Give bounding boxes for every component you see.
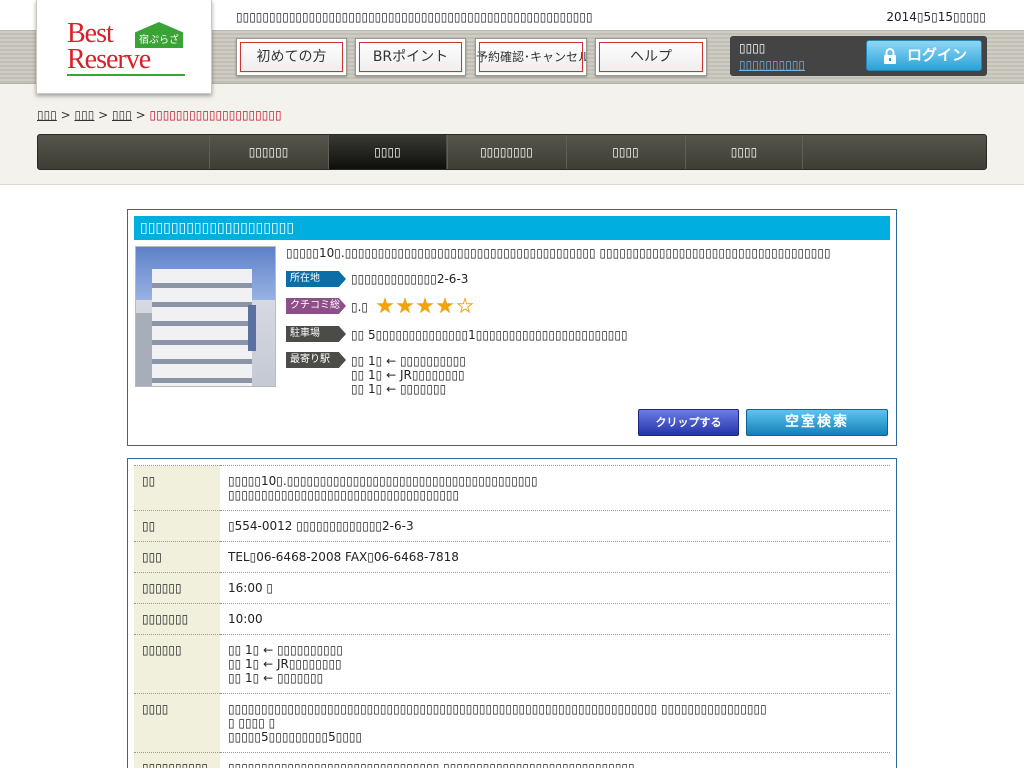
details-value: 10:00 <box>220 603 890 635</box>
logo-reserve: Reserve <box>67 44 151 75</box>
address-value: ▯▯▯▯▯▯▯▯▯▯▯▯▯2-6-3 <box>351 272 469 286</box>
details-key: ▯▯▯▯▯▯▯ <box>134 603 220 635</box>
tab-4[interactable]: ▯▯▯▯ <box>566 135 684 169</box>
photo-sign <box>248 305 256 351</box>
nav-first-time-button[interactable]: 初めての方 <box>236 38 347 76</box>
details-row: ▯▯ ▯554-0012 ▯▯▯▯▯▯▯▯▯▯▯▯▯2-6-3 <box>134 510 890 542</box>
hotel-photo[interactable] <box>135 246 276 387</box>
station-item: ▯▯ 1▯ ← JR▯▯▯▯▯▯▯▯ <box>351 368 465 382</box>
hotel-name[interactable]: ▯▯▯▯▯▯▯▯▯▯▯▯▯▯▯▯▯▯▯▯ <box>134 216 890 240</box>
hotel-details-table: ▯▯ ▯▯▯▯▯10▯.▯▯▯▯▯▯▯▯▯▯▯▯▯▯▯▯▯▯▯▯▯▯▯▯▯▯▯▯▯… <box>134 465 890 768</box>
hotel-description: ▯▯▯▯▯10▯.▯▯▯▯▯▯▯▯▯▯▯▯▯▯▯▯▯▯▯▯▯▯▯▯▯▯▯▯▯▯▯… <box>286 246 831 260</box>
details-row: ▯▯▯▯▯▯ 16:00 ▯ <box>134 572 890 604</box>
details-value: ▯▯ 1▯ ← ▯▯▯▯▯▯▯▯▯▯ ▯▯ 1▯ ← JR▯▯▯▯▯▯▯▯ ▯▯ 1… <box>220 634 890 694</box>
details-key: ▯▯▯ <box>134 541 220 573</box>
hotel-details-box: ▯▯ ▯▯▯▯▯10▯.▯▯▯▯▯▯▯▯▯▯▯▯▯▯▯▯▯▯▯▯▯▯▯▯▯▯▯▯▯… <box>127 458 897 768</box>
rating-value: ▯.▯ <box>351 300 369 314</box>
breadcrumb-current: ▯▯▯▯▯▯▯▯▯▯▯▯▯▯▯▯▯▯▯▯ <box>149 108 282 122</box>
hotel-summary-box: ▯▯▯▯▯▯▯▯▯▯▯▯▯▯▯▯▯▯▯▯ ▯▯▯▯▯10▯.▯▯▯▯▯▯▯▯▯▯… <box>127 209 897 446</box>
details-key: ▯▯▯▯ <box>134 693 220 753</box>
login-button[interactable]: ログイン <box>866 40 982 71</box>
details-value-line: ▯▯ 1▯ ← ▯▯▯▯▯▯▯ <box>228 671 324 685</box>
breadcrumb-link-2[interactable]: ▯▯▯ <box>75 108 95 122</box>
star-filled-icon <box>396 297 414 314</box>
station-item: ▯▯ 1▯ ← ▯▯▯▯▯▯▯ <box>351 382 447 396</box>
details-value: TEL▯06-6468-2008 FAX▯06-6468-7818 <box>220 541 890 573</box>
star-filled-icon <box>376 297 394 314</box>
breadcrumb-area: ▯▯▯ > ▯▯▯ > ▯▯▯ > ▯▯▯▯▯▯▯▯▯▯▯▯▯▯▯▯▯▯▯▯ ▯… <box>0 84 1024 185</box>
lock-icon <box>884 48 896 64</box>
details-value-line: ▯554-0012 ▯▯▯▯▯▯▯▯▯▯▯▯▯2-6-3 <box>228 519 414 533</box>
details-row: ▯▯▯▯▯▯▯▯▯▯▯▯▯▯▯▯▯▯▯▯▯▯▯▯▯▯▯▯▯▯▯▯▯▯▯▯▯▯▯▯… <box>134 693 890 753</box>
details-value-line: TEL▯06-6468-2008 FAX▯06-6468-7818 <box>228 550 459 564</box>
breadcrumb: ▯▯▯ > ▯▯▯ > ▯▯▯ > ▯▯▯▯▯▯▯▯▯▯▯▯▯▯▯▯▯▯▯▯ <box>37 108 282 122</box>
tab-1[interactable]: ▯▯▯▯▯▯ <box>209 135 327 169</box>
current-date: 2014▯5▯15▯▯▯▯▯ <box>886 10 986 24</box>
details-row: ▯▯▯ TEL▯06-6468-2008 FAX▯06-6468-7818 <box>134 541 890 573</box>
details-value-line: ▯▯▯▯▯10▯.▯▯▯▯▯▯▯▯▯▯▯▯▯▯▯▯▯▯▯▯▯▯▯▯▯▯▯▯▯▯▯… <box>228 474 538 488</box>
details-row: ▯▯ ▯▯▯▯▯10▯.▯▯▯▯▯▯▯▯▯▯▯▯▯▯▯▯▯▯▯▯▯▯▯▯▯▯▯▯▯… <box>134 465 890 511</box>
details-key: ▯▯▯▯▯▯ <box>134 572 220 604</box>
register-link[interactable]: ▯▯▯▯▯▯▯▯▯▯ <box>739 58 805 72</box>
details-value: ▯▯▯▯▯▯▯▯▯▯▯▯▯▯▯▯▯▯▯▯▯▯▯▯▯▯▯▯▯▯▯▯ ▯▯▯▯▯▯▯… <box>220 752 890 768</box>
details-value-line: ▯▯▯▯▯▯▯▯▯▯▯▯▯▯▯▯▯▯▯▯▯▯▯▯▯▯▯▯▯▯▯▯▯▯▯▯▯▯▯▯… <box>228 702 767 716</box>
star-empty-icon <box>456 297 474 314</box>
nav-reservation-button[interactable]: 予約確認･キャンセル <box>475 38 587 76</box>
details-value: ▯554-0012 ▯▯▯▯▯▯▯▯▯▯▯▯▯2-6-3 <box>220 510 890 542</box>
station-item: ▯▯ 1▯ ← ▯▯▯▯▯▯▯▯▯▯ <box>351 354 466 368</box>
tab-3[interactable]: ▯▯▯▯▯▯▯▯ <box>447 135 565 169</box>
details-value-line: 16:00 ▯ <box>228 581 273 595</box>
details-value: 16:00 ▯ <box>220 572 890 604</box>
site-tagline: ▯▯▯▯▯▯▯▯▯▯▯▯▯▯▯▯▯▯▯▯▯▯▯▯▯▯▯▯▯▯▯▯▯▯▯▯▯▯▯▯… <box>236 10 593 24</box>
station-label: 最寄り駅 <box>286 352 346 368</box>
login-panel: ▯▯▯▯ ▯▯▯▯▯▯▯▯▯▯ ログイン <box>730 36 987 76</box>
hotel-tab-bar: ▯▯▯▯▯▯ ▯▯▯▯ ▯▯▯▯▯▯▯▯ ▯▯▯▯ ▯▯▯▯ <box>37 134 987 170</box>
star-filled-icon <box>436 297 454 314</box>
star-filled-icon <box>416 297 434 314</box>
details-value-line: 10:00 <box>228 612 263 626</box>
details-value-line: ▯▯ 1▯ ← JR▯▯▯▯▯▯▯▯ <box>228 657 342 671</box>
tab-2-active[interactable]: ▯▯▯▯ <box>328 135 446 169</box>
login-greeting: ▯▯▯▯ <box>739 41 766 55</box>
details-value: ▯▯▯▯▯10▯.▯▯▯▯▯▯▯▯▯▯▯▯▯▯▯▯▯▯▯▯▯▯▯▯▯▯▯▯▯▯▯… <box>220 465 890 511</box>
address-label: 所在地 <box>286 271 346 287</box>
rating-stars <box>376 297 476 315</box>
details-value-line: ▯▯▯▯▯5▯▯▯▯▯▯▯▯▯5▯▯▯▯ <box>228 730 363 744</box>
nav-br-points-button[interactable]: BRポイント <box>355 38 466 76</box>
vacancy-search-button[interactable]: 空室検索 <box>746 409 888 436</box>
parking-label: 駐車場 <box>286 326 346 342</box>
login-button-label: ログイン <box>907 46 968 64</box>
site-logo[interactable]: 宿ぷらざ Best Reserve <box>36 0 212 94</box>
details-key: ▯▯ <box>134 465 220 511</box>
details-key: ▯▯ <box>134 510 220 542</box>
details-key: ▯▯▯▯▯▯▯▯▯▯ <box>134 752 220 768</box>
details-key: ▯▯▯▯▯▯ <box>134 634 220 694</box>
station-list: ▯▯ 1▯ ← ▯▯▯▯▯▯▯▯▯▯ ▯▯ 1▯ ← JR▯▯▯▯▯▯▯▯ ▯▯… <box>351 354 466 396</box>
parking-value: ▯▯ 5▯▯▯▯▯▯▯▯▯▯▯▯▯▯1▯▯▯▯▯▯▯▯▯▯▯▯▯▯▯▯▯▯▯▯▯… <box>351 328 628 342</box>
breadcrumb-link-3[interactable]: ▯▯▯ <box>112 108 132 122</box>
details-row: ▯▯▯▯▯▯▯ 10:00 <box>134 603 890 635</box>
details-row: ▯▯▯▯▯▯ ▯▯ 1▯ ← ▯▯▯▯▯▯▯▯▯▯ ▯▯ 1▯ ← JR▯▯▯▯▯▯… <box>134 634 890 694</box>
clip-button[interactable]: クリップする <box>638 409 739 436</box>
tab-5[interactable]: ▯▯▯▯ <box>685 135 803 169</box>
details-value-line: ▯ ▯▯▯▯ ▯ <box>228 716 276 730</box>
details-value: ▯▯▯▯▯▯▯▯▯▯▯▯▯▯▯▯▯▯▯▯▯▯▯▯▯▯▯▯▯▯▯▯▯▯▯▯▯▯▯▯… <box>220 693 890 753</box>
details-value-line: ▯▯▯▯▯▯▯▯▯▯▯▯▯▯▯▯▯▯▯▯▯▯▯▯▯▯▯▯▯▯▯▯ ▯▯▯▯▯▯▯… <box>228 761 635 768</box>
photo-building <box>152 269 252 386</box>
details-value-line: ▯▯▯▯▯▯▯▯▯▯▯▯▯▯▯▯▯▯▯▯▯▯▯▯▯▯▯▯▯▯▯▯▯▯▯ <box>228 488 460 502</box>
nav-help-button[interactable]: ヘルプ <box>595 38 707 76</box>
logo-underline <box>67 74 185 76</box>
details-value-line: ▯▯ 1▯ ← ▯▯▯▯▯▯▯▯▯▯ <box>228 643 343 657</box>
breadcrumb-link-1[interactable]: ▯▯▯ <box>37 108 57 122</box>
details-row: ▯▯▯▯▯▯▯▯▯▯ ▯▯▯▯▯▯▯▯▯▯▯▯▯▯▯▯▯▯▯▯▯▯▯▯▯▯▯▯▯▯… <box>134 752 890 768</box>
rating-label: クチコミ総合 <box>286 298 346 314</box>
